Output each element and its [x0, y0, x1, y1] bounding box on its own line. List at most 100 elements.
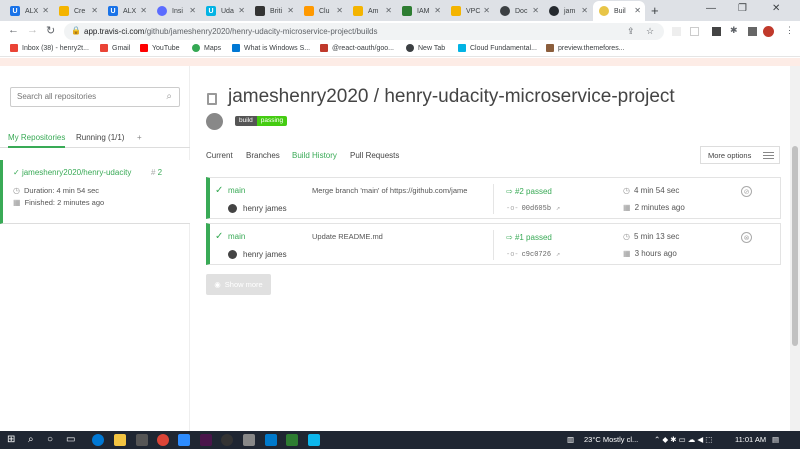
task-view-icon[interactable]: ▭: [66, 434, 75, 445]
close-window-button[interactable]: ✕: [772, 3, 780, 14]
browser-tab[interactable]: Insi ✕: [151, 1, 200, 21]
close-tab-icon[interactable]: ✕: [238, 6, 245, 15]
bookmark-star-icon[interactable]: ☆: [646, 26, 654, 37]
minimize-button[interactable]: —: [706, 3, 716, 14]
commit-sha[interactable]: 00d605b: [522, 205, 551, 213]
browser-tab[interactable]: jam ✕: [543, 1, 592, 21]
notification-icon[interactable]: ▤: [772, 435, 779, 444]
search-input[interactable]: [17, 92, 157, 101]
branch-name[interactable]: main: [228, 232, 245, 241]
cortana-icon[interactable]: ○: [47, 434, 53, 445]
close-tab-icon[interactable]: ✕: [634, 6, 641, 15]
build-row[interactable]: ✓ main henry james Update README.md ⇨ #1…: [206, 223, 781, 265]
bookmark-item[interactable]: Gmail: [100, 44, 130, 52]
app-icon[interactable]: [243, 434, 255, 446]
build-status-badge[interactable]: build passing: [235, 116, 288, 126]
branch-name[interactable]: main: [228, 186, 245, 195]
close-tab-icon[interactable]: ✕: [140, 6, 147, 15]
bookmark-item[interactable]: YouTube: [140, 44, 180, 52]
forward-arrow-icon[interactable]: →: [27, 24, 38, 36]
browser-tab[interactable]: VPC ✕: [445, 1, 494, 21]
tray-icons[interactable]: ⌃ ◆ ✱ ▭ ☁ ◀ ⬚: [654, 435, 712, 444]
external-link-icon[interactable]: ↗: [556, 205, 560, 213]
store-icon[interactable]: [136, 434, 148, 446]
kebab-menu-icon[interactable]: ⋮: [785, 25, 794, 36]
bookmark-item[interactable]: Inbox (38) - henry2t...: [10, 44, 89, 52]
github-icon[interactable]: [206, 113, 223, 130]
zoom-icon[interactable]: [178, 434, 190, 446]
tab-current[interactable]: Current: [206, 151, 233, 160]
sidepanel-icon[interactable]: [748, 27, 757, 36]
search-icon[interactable]: ⌕: [166, 91, 172, 102]
profile-avatar[interactable]: [763, 26, 774, 37]
browser-tab[interactable]: U Uda ✕: [200, 1, 249, 21]
file-explorer-icon[interactable]: [114, 434, 126, 446]
show-more-button[interactable]: ◉ Show more: [206, 274, 271, 295]
back-arrow-icon[interactable]: ←: [8, 24, 19, 36]
weather-widget-icon[interactable]: ▥: [567, 435, 574, 444]
puzzle-extensions-icon[interactable]: ✱: [730, 25, 738, 36]
extension-icon[interactable]: [712, 27, 721, 36]
chrome-icon[interactable]: [157, 434, 169, 446]
build-number[interactable]: 2: [158, 168, 162, 177]
app-icon[interactable]: [286, 434, 298, 446]
external-link-icon[interactable]: ↗: [556, 251, 560, 259]
browser-tab[interactable]: Briti ✕: [249, 1, 298, 21]
close-tab-icon[interactable]: ✕: [581, 6, 588, 15]
browser-tab[interactable]: U ALX ✕: [4, 1, 53, 21]
tab-my-repositories[interactable]: My Repositories: [8, 133, 66, 148]
tab-branches[interactable]: Branches: [246, 151, 280, 160]
bookmark-item[interactable]: @react-oauth/goo...: [320, 44, 394, 52]
tab-running[interactable]: Running (1/1): [76, 133, 124, 142]
close-tab-icon[interactable]: ✕: [385, 6, 392, 15]
browser-tab[interactable]: Am ✕: [347, 1, 396, 21]
repository-name[interactable]: jameshenry2020/henry-udacity: [22, 168, 131, 177]
browser-tab[interactable]: IAM ✕: [396, 1, 445, 21]
new-tab-button[interactable]: +: [651, 3, 659, 18]
add-repository-button[interactable]: +: [137, 133, 142, 142]
extension-icon[interactable]: [672, 27, 681, 36]
bookmark-item[interactable]: What is Windows S...: [232, 44, 310, 52]
app-icon[interactable]: [200, 434, 212, 446]
reload-icon[interactable]: ↻: [46, 24, 55, 37]
more-options-button[interactable]: More options: [700, 146, 780, 164]
close-tab-icon[interactable]: ✕: [434, 6, 441, 15]
bookmark-item[interactable]: New Tab: [406, 44, 445, 52]
close-tab-icon[interactable]: ✕: [287, 6, 294, 15]
browser-tab[interactable]: Doc ✕: [494, 1, 543, 21]
browser-tab-active[interactable]: Buil ✕: [593, 1, 645, 21]
page-scrollbar[interactable]: [790, 66, 800, 431]
build-status[interactable]: #1 passed: [515, 233, 552, 242]
repository-card[interactable]: ✓ jameshenry2020/henry-udacity # 2 ◷ Dura…: [0, 160, 190, 224]
extension-icon[interactable]: [690, 27, 699, 36]
bookmark-item[interactable]: Cloud Fundamental...: [458, 44, 537, 52]
build-status[interactable]: #2 passed: [515, 187, 552, 196]
build-row[interactable]: ✓ main henry james Merge branch 'main' o…: [206, 177, 781, 219]
close-tab-icon[interactable]: ✕: [483, 6, 490, 15]
weather-text[interactable]: 23°C Mostly cl...: [584, 435, 638, 444]
close-tab-icon[interactable]: ✕: [42, 6, 49, 15]
tab-pull-requests[interactable]: Pull Requests: [350, 151, 399, 160]
docker-icon[interactable]: [308, 434, 320, 446]
close-tab-icon[interactable]: ✕: [91, 6, 98, 15]
browser-tab[interactable]: Cre ✕: [53, 1, 102, 21]
cancel-build-icon[interactable]: ⊗: [741, 232, 752, 243]
vscode-icon[interactable]: [265, 434, 277, 446]
close-tab-icon[interactable]: ✕: [532, 6, 539, 15]
repository-search[interactable]: ⌕: [10, 87, 180, 107]
clock-time[interactable]: 11:01 AM: [735, 435, 766, 444]
close-tab-icon[interactable]: ✕: [336, 6, 343, 15]
address-bar[interactable]: 🔒 app.travis-ci.com/github/jameshenry202…: [64, 23, 664, 40]
search-icon[interactable]: ⌕: [28, 434, 34, 445]
bookmark-item[interactable]: preview.themefores...: [546, 44, 625, 52]
tab-build-history[interactable]: Build History: [292, 151, 337, 160]
browser-tab[interactable]: U ALX ✕: [102, 1, 151, 21]
close-tab-icon[interactable]: ✕: [189, 6, 196, 15]
windows-start-icon[interactable]: ⊞: [7, 434, 15, 445]
browser-tab[interactable]: Clu ✕: [298, 1, 347, 21]
bookmark-item[interactable]: Maps: [192, 44, 221, 52]
cancel-build-icon[interactable]: ⊘: [741, 186, 752, 197]
edge-icon[interactable]: [92, 434, 104, 446]
scrollbar-thumb[interactable]: [792, 146, 798, 346]
github-desktop-icon[interactable]: [221, 434, 233, 446]
